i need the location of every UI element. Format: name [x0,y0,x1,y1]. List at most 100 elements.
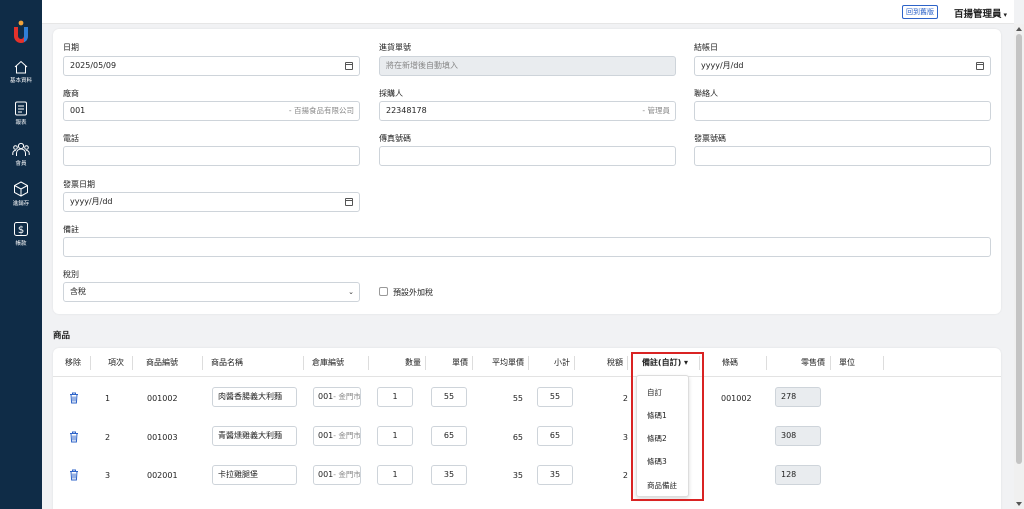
voucher-label: 進貨單號 [379,43,411,52]
trash-icon[interactable] [69,469,79,481]
row-warehouse-hint: - 金門市 [333,470,361,479]
col-unit: 單位 [833,356,884,370]
phone-input[interactable] [63,146,360,166]
row-tax: 3 [622,433,628,442]
tax-type-select[interactable]: 含稅 ⌄ [63,282,360,302]
col-warehouse: 倉庫編號 [307,356,369,370]
note-input[interactable] [63,237,991,257]
svg-text:$: $ [18,225,24,236]
trash-icon[interactable] [69,392,79,404]
sidebar-item-label: 會員 [15,161,27,167]
invoice-date-input[interactable]: yyyy/月/dd [63,192,360,212]
col-name: 商品名稱 [206,356,304,370]
row-price-input[interactable]: 65 [431,426,467,446]
home-icon [14,60,28,74]
tax-type-value: 含稅 [70,287,86,296]
top-bar: 回到舊版 百揚管理員 ▾ [42,0,1014,24]
col-code: 商品編號 [143,356,203,370]
row-tax: 2 [622,394,628,403]
dropdown-item-product-note[interactable]: 商品備註 [647,480,677,491]
row-avg-price: 65 [512,433,523,442]
purchase-form-card: 日期 2025/05/09 進貨單號 將在新增後自動填入 結帳日 yyyy/月/… [53,29,1001,314]
trash-icon[interactable] [69,431,79,443]
buyer-code: 22348178 [386,106,427,115]
row-code: 002001 [147,471,178,480]
sidebar-item-basic-data[interactable]: 基本資料 [0,60,42,84]
closing-date-label: 結帳日 [694,43,718,52]
vendor-input[interactable]: 001 - 百揚食品有限公司 [63,101,360,121]
buyer-name: - 管理員 [642,106,670,115]
contact-input[interactable] [694,101,991,121]
col-subtotal: 小計 [530,356,575,370]
row-warehouse-code: 001 [318,470,334,479]
col-avg-price: 平均單價 [474,356,529,370]
row-retail-price: 308 [775,426,821,446]
sidebar: 基本資料 報表 會員 進銷存 $ 帳款 [0,0,42,509]
dollar-icon: $ [14,222,28,236]
scroll-down-icon[interactable] [1016,502,1022,506]
scroll-thumb[interactable] [1016,34,1022,464]
row-name-input[interactable]: 青醬燻雞義大利麵 [212,426,297,446]
col-item: 項次 [103,356,133,370]
old-version-button[interactable]: 回到舊版 [902,5,938,19]
dropdown-item-barcode2[interactable]: 條碼2 [647,433,667,444]
note-type-dropdown-menu: 自訂 條碼1 條碼2 條碼3 商品備註 [636,375,689,497]
row-code: 001003 [147,433,178,442]
scroll-up-icon[interactable] [1016,27,1022,31]
chevron-down-icon: ⌄ [348,288,354,296]
header-divider [53,376,1001,377]
row-warehouse-input[interactable]: 001- 金門市 [313,387,361,407]
closing-date-input[interactable]: yyyy/月/dd [694,56,991,76]
row-item: 2 [105,433,111,442]
note-label: 備註 [63,225,79,234]
date-value: 2025/05/09 [70,61,117,70]
buyer-input[interactable]: 22348178 - 管理員 [379,101,676,121]
row-qty-input[interactable]: 1 [377,465,413,485]
box-icon [14,181,28,197]
sidebar-item-inventory[interactable]: 進銷存 [0,181,42,207]
page-scrollbar[interactable] [1014,24,1024,509]
row-warehouse-input[interactable]: 001- 金門市 [313,465,361,485]
dropdown-item-barcode1[interactable]: 條碼1 [647,410,667,421]
row-name-input[interactable]: 卡拉雞腿堡 [212,465,297,485]
sidebar-item-reports[interactable]: 報表 [0,101,42,126]
caret-down-icon: ▾ [684,358,689,367]
app-logo[interactable] [11,20,31,44]
row-barcode: 001002 [721,394,752,403]
phone-label: 電話 [63,134,79,143]
row-warehouse-input[interactable]: 001- 金門市 [313,426,361,446]
col-price: 單價 [427,356,473,370]
sidebar-item-members[interactable]: 會員 [0,142,42,167]
calendar-icon[interactable] [345,62,353,70]
vendor-code: 001 [70,106,86,115]
row-subtotal-input[interactable]: 55 [537,387,573,407]
row-qty-input[interactable]: 1 [377,387,413,407]
contact-label: 聯絡人 [694,89,718,98]
row-price-input[interactable]: 35 [431,465,467,485]
row-price-input[interactable]: 55 [431,387,467,407]
row-subtotal-input[interactable]: 35 [537,465,573,485]
sidebar-item-accounts[interactable]: $ 帳款 [0,221,42,247]
dropdown-item-custom[interactable]: 自訂 [647,387,662,398]
col-note-dropdown[interactable]: 備註(自訂) ▾ [631,356,700,370]
calendar-icon[interactable] [976,62,984,70]
tax-extra-checkbox[interactable] [379,287,388,296]
row-warehouse-hint: - 金門市 [333,431,361,440]
invoice-number-input[interactable] [694,146,991,166]
buyer-label: 採購人 [379,89,403,98]
report-icon [15,101,27,116]
user-menu[interactable]: 百揚管理員 ▾ [954,6,1007,20]
dropdown-item-barcode3[interactable]: 條碼3 [647,456,667,467]
col-retail-price: 零售價 [771,356,831,370]
row-qty-input[interactable]: 1 [377,426,413,446]
row-name-input[interactable]: 肉醬香腸義大利麵 [212,387,297,407]
row-tax: 2 [622,471,628,480]
vendor-name: - 百揚食品有限公司 [288,106,354,115]
row-item: 1 [105,394,111,403]
date-input[interactable]: 2025/05/09 [63,56,360,76]
fax-input[interactable] [379,146,676,166]
col-qty: 數量 [371,356,426,370]
invoice-date-label: 發票日期 [63,180,95,189]
calendar-icon[interactable] [345,198,353,206]
row-subtotal-input[interactable]: 65 [537,426,573,446]
